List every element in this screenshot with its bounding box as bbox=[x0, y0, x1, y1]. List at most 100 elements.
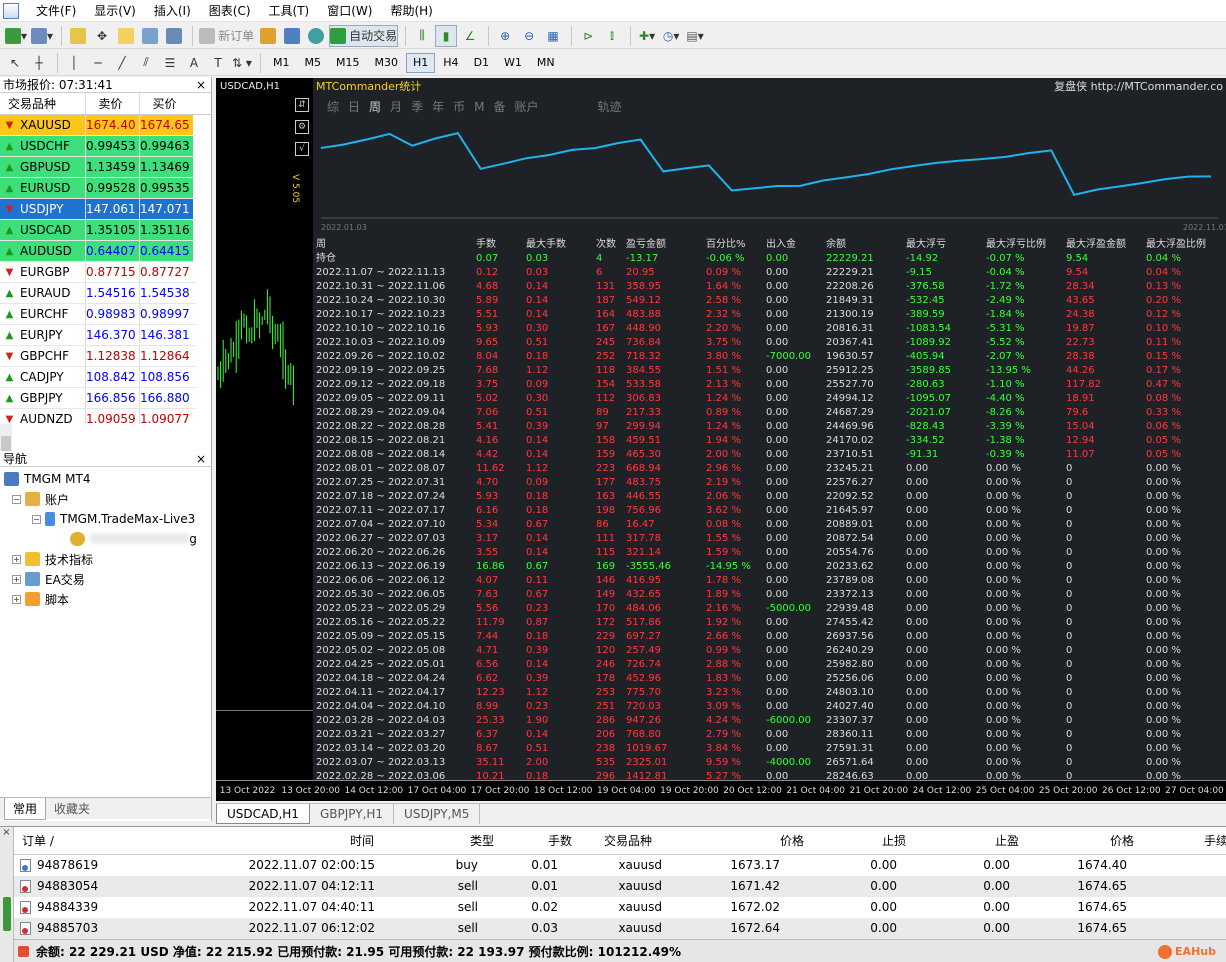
expand-icon[interactable]: + bbox=[12, 574, 21, 584]
stats-tab-2[interactable]: 周 bbox=[369, 96, 381, 118]
profiles-button[interactable]: ▾ bbox=[30, 25, 54, 47]
stats-tab-0[interactable]: 综 bbox=[327, 96, 339, 118]
chart-shift-icon[interactable]: ⫾ bbox=[601, 25, 623, 47]
terminal-col-8[interactable]: 价格 bbox=[1110, 827, 1134, 855]
market-watch-row[interactable]: ▲ EURJPY 146.370 146.381 bbox=[0, 325, 196, 346]
terminal-col-6[interactable]: 止损 bbox=[882, 827, 906, 855]
nav-account[interactable]: − TMGM.TradeMax-Live3 bbox=[4, 509, 211, 529]
market-watch-row[interactable]: ▼ XAUUSD 1674.40 1674.65 bbox=[0, 115, 196, 136]
tab-nav-0[interactable]: 常用 bbox=[4, 798, 47, 820]
horizontal-line-icon[interactable]: ─ bbox=[87, 52, 109, 74]
terminal-toggle-icon[interactable] bbox=[163, 25, 185, 47]
navigator-toggle-icon[interactable] bbox=[115, 25, 137, 47]
chart-window[interactable]: USDCAD,H1 ⇵ ⚙ √ V 5.05 MTCommander统计 复盘侠… bbox=[216, 78, 1226, 801]
col-bid[interactable]: 卖价 bbox=[85, 93, 139, 114]
market-watch-row[interactable]: ▲ EURUSD 0.99528 0.99535 bbox=[0, 178, 196, 199]
market-watch-row[interactable]: ▲ EURAUD 1.54516 1.54538 bbox=[0, 283, 196, 304]
timeframe-w1[interactable]: W1 bbox=[497, 53, 529, 73]
market-watch-row[interactable]: ▲ EURCHF 0.98983 0.98997 bbox=[0, 304, 196, 325]
signals-icon[interactable] bbox=[305, 25, 327, 47]
market-watch-row[interactable]: ▲ AUDUSD 0.64407 0.64415 bbox=[0, 241, 196, 262]
menu-item-2[interactable]: 插入(I) bbox=[145, 0, 200, 22]
terminal-col-0[interactable]: 订单 / bbox=[22, 827, 54, 855]
collapse-icon[interactable]: − bbox=[32, 514, 41, 524]
stats-tab-3[interactable]: 月 bbox=[390, 96, 402, 118]
arrows-icon[interactable]: ⇅ ▾ bbox=[231, 52, 253, 74]
timeframe-mn[interactable]: MN bbox=[530, 53, 562, 73]
menu-item-1[interactable]: 显示(V) bbox=[85, 0, 145, 22]
timeframe-m30[interactable]: M30 bbox=[368, 53, 406, 73]
nav-root[interactable]: TMGM MT4 bbox=[4, 469, 211, 489]
close-icon[interactable]: × bbox=[0, 827, 13, 838]
timeframe-h1[interactable]: H1 bbox=[406, 52, 436, 73]
trendline-icon[interactable]: ╱ bbox=[111, 52, 133, 74]
text-label-icon[interactable]: T bbox=[207, 52, 229, 74]
close-icon[interactable]: × bbox=[196, 451, 211, 466]
stats-site[interactable]: http://MTCommander.co bbox=[1091, 80, 1223, 93]
col-ask[interactable]: 买价 bbox=[139, 93, 193, 114]
zoom-in-icon[interactable]: ⊕ bbox=[494, 25, 516, 47]
timeframe-m5[interactable]: M5 bbox=[298, 53, 329, 73]
auto-trading-button[interactable]: 自动交易 bbox=[329, 24, 399, 47]
market-watch-row[interactable]: ▼ EURGBP 0.87715 0.87727 bbox=[0, 262, 196, 283]
tile-windows-icon[interactable]: ▦ bbox=[542, 25, 564, 47]
fibonacci-icon[interactable]: ☰ bbox=[159, 52, 181, 74]
templates-button[interactable]: ▤ ▾ bbox=[684, 25, 706, 47]
cursor-icon[interactable]: ↖ bbox=[4, 52, 26, 74]
terminal-col-2[interactable]: 类型 bbox=[470, 827, 494, 855]
new-order-button[interactable]: 新订单 bbox=[198, 25, 255, 47]
tab-nav-1[interactable]: 收藏夹 bbox=[46, 798, 98, 819]
close-icon[interactable]: × bbox=[196, 77, 211, 92]
equidistant-channel-icon[interactable]: ⫽ bbox=[135, 52, 157, 74]
text-icon[interactable]: A bbox=[183, 52, 205, 74]
market-watch-row[interactable]: ▲ USDCAD 1.35105 1.35116 bbox=[0, 220, 196, 241]
timeframe-m1[interactable]: M1 bbox=[266, 53, 297, 73]
terminal-col-3[interactable]: 手数 bbox=[548, 827, 572, 855]
stats-tab-10[interactable]: 轨迹 bbox=[598, 96, 622, 118]
terminal-col-9[interactable]: 手续 bbox=[1204, 827, 1226, 855]
nav-indicators[interactable]: + 技术指标 bbox=[4, 549, 211, 569]
timeframe-h4[interactable]: H4 bbox=[436, 53, 465, 73]
data-window-icon[interactable] bbox=[139, 25, 161, 47]
nav-accounts[interactable]: − 账户 bbox=[4, 489, 211, 509]
expand-icon[interactable]: + bbox=[12, 554, 21, 564]
timeframe-d1[interactable]: D1 bbox=[467, 53, 496, 73]
terminal-col-5[interactable]: 价格 bbox=[780, 827, 804, 855]
timeframe-m15[interactable]: M15 bbox=[329, 53, 367, 73]
one-click-trade-icon[interactable]: ⇵ bbox=[295, 98, 309, 112]
menu-item-3[interactable]: 图表(C) bbox=[200, 0, 260, 22]
bar-chart-icon[interactable]: ⫼ bbox=[411, 25, 433, 47]
chart-tab-0[interactable]: USDCAD,H1 bbox=[216, 804, 310, 824]
terminal-col-1[interactable]: 时间 bbox=[350, 827, 374, 855]
menu-item-4[interactable]: 工具(T) bbox=[260, 0, 319, 22]
menu-item-6[interactable]: 帮助(H) bbox=[381, 0, 441, 22]
market-watch-row[interactable]: ▲ GBPUSD 1.13459 1.13469 bbox=[0, 157, 196, 178]
market-watch-row[interactable]: ▼ AUDNZD 1.09059 1.09077 bbox=[0, 409, 196, 424]
vertical-line-icon[interactable]: │ bbox=[63, 52, 85, 74]
market-watch-row[interactable]: ▲ GBPJPY 166.856 166.880 bbox=[0, 388, 196, 409]
nav-account-user[interactable]: 0000000000000 g bbox=[4, 529, 211, 549]
stats-tab-4[interactable]: 季 bbox=[411, 96, 423, 118]
col-symbol[interactable]: 交易品种 bbox=[0, 93, 85, 114]
market-watch-row[interactable]: ▲ CADJPY 108.842 108.856 bbox=[0, 367, 196, 388]
market-watch-toggle-icon[interactable] bbox=[67, 25, 89, 47]
stats-tab-5[interactable]: 年 bbox=[432, 96, 444, 118]
new-chart-button[interactable]: ▾ bbox=[4, 25, 28, 47]
market-watch-row[interactable]: ▲ USDCHF 0.99453 0.99463 bbox=[0, 136, 196, 157]
menu-item-0[interactable]: 文件(F) bbox=[27, 0, 85, 22]
stats-tab-6[interactable]: 币 bbox=[453, 96, 465, 118]
stats-tab-9[interactable]: 账户 bbox=[514, 96, 538, 118]
crosshair-icon[interactable]: ┼ bbox=[28, 52, 50, 74]
stats-tab-7[interactable]: M bbox=[474, 96, 484, 118]
candlestick-chart-icon[interactable]: ▮ bbox=[435, 24, 458, 47]
zoom-out-icon[interactable]: ⊖ bbox=[518, 25, 540, 47]
line-chart-icon[interactable]: ∠ bbox=[459, 25, 481, 47]
crosshair-move-icon[interactable]: ✥ bbox=[91, 25, 113, 47]
menu-item-5[interactable]: 窗口(W) bbox=[318, 0, 381, 22]
collapse-icon[interactable]: − bbox=[12, 494, 21, 504]
nav-experts[interactable]: + EA交易 bbox=[4, 569, 211, 589]
chart-tab-1[interactable]: GBPJPY,H1 bbox=[310, 804, 395, 824]
meta-editor-icon[interactable] bbox=[257, 25, 279, 47]
settings-icon[interactable]: ⚙ bbox=[295, 120, 309, 134]
terminal-col-4[interactable]: 交易品种 bbox=[604, 827, 652, 855]
